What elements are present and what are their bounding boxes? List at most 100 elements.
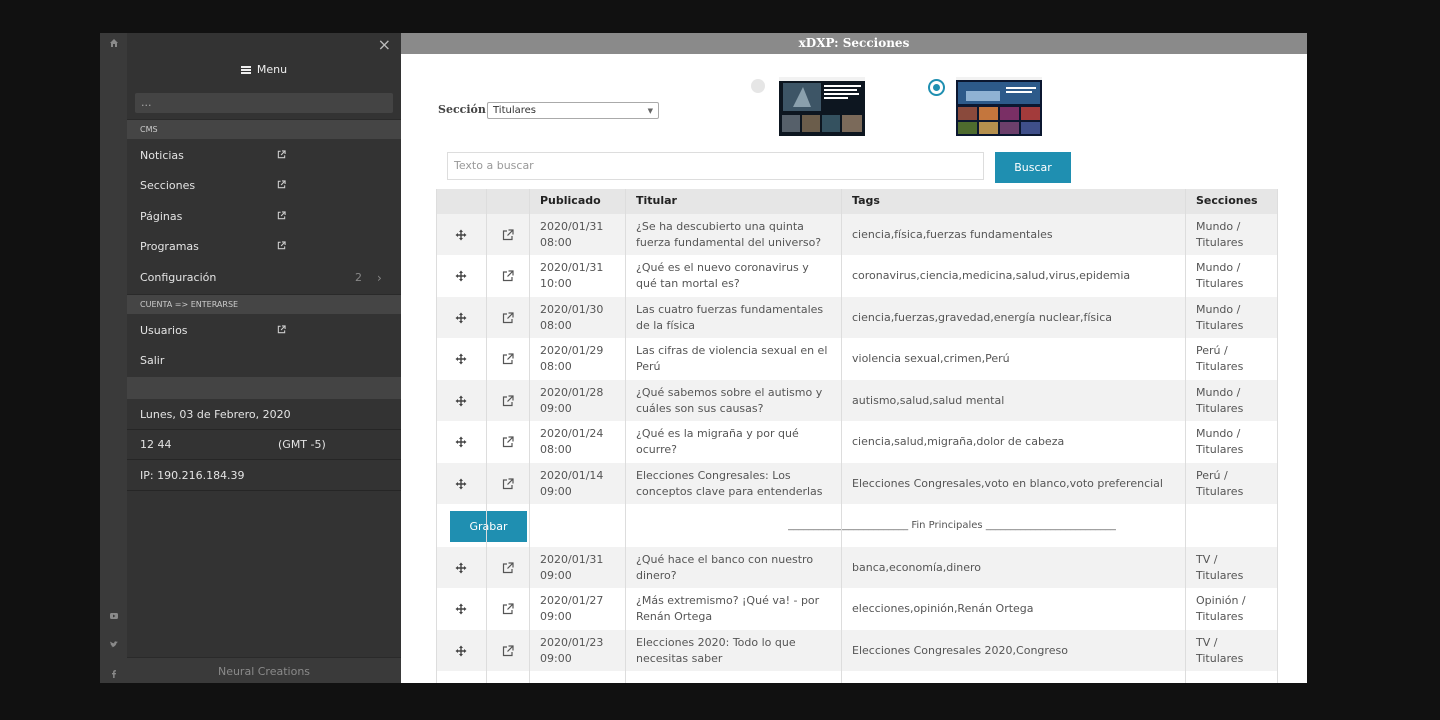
sidebar-item-label: Páginas [140,210,183,223]
table-row[interactable]: 2020/01/28 09:00 ¿Qué sabemos sobre el au… [436,380,1278,421]
open-link[interactable] [486,463,530,504]
menu-button[interactable]: Menu [127,63,401,76]
move-icon[interactable] [455,603,467,615]
sidebar-item-programas[interactable]: Programas [127,232,401,262]
sidebar-item-label: Usuarios [140,324,188,337]
time-value: 12 44 [140,438,172,451]
chevron-right-icon: › [377,271,382,285]
table-row[interactable]: 2020/01/23 09:00 Elecciones 2020: Todo lo… [436,630,1278,671]
grid-line [529,189,530,683]
open-link[interactable] [486,214,530,255]
table-row[interactable]: 2020/01/29 08:00 Las cifras de violencia … [436,338,1278,380]
sidebar-item-paginas[interactable]: Páginas [127,202,401,232]
facebook-icon[interactable] [100,666,127,682]
sidebar-item-label: Noticias [140,149,184,162]
move-icon[interactable] [455,436,467,448]
current-date: Lunes, 03 de Febrero, 2020 [127,400,401,430]
column-header-titular[interactable]: Titular [626,189,842,214]
layout-radio-1[interactable] [751,79,765,93]
external-link-icon[interactable] [277,150,286,159]
external-link-icon[interactable] [277,325,286,334]
move-icon[interactable] [455,645,467,657]
open-link[interactable] [486,630,530,671]
external-link-icon[interactable] [502,603,514,615]
open-link[interactable] [486,297,530,338]
drag-handle[interactable] [436,256,486,297]
external-link-icon[interactable] [277,180,286,189]
sidebar-search-input[interactable]: ... [135,93,393,113]
move-icon[interactable] [455,312,467,324]
open-link[interactable] [486,589,530,630]
sidebar-item-label: Configuración [140,271,217,284]
external-link-icon[interactable] [502,311,514,324]
sidebar-item-noticias[interactable]: Noticias [127,141,401,171]
youtube-icon[interactable] [100,608,127,624]
cell-secciones: Opinión / Titulares [1196,594,1246,623]
move-icon[interactable] [455,395,467,407]
drag-handle[interactable] [436,547,486,588]
column-header-publicado[interactable]: Publicado [530,189,626,214]
table-row[interactable]: 2020/01/30 08:00 Las cuatro fuerzas funda… [436,297,1278,338]
open-link[interactable] [486,380,530,421]
external-link-icon[interactable] [502,228,514,241]
grid-line [841,189,842,683]
move-icon[interactable] [455,478,467,490]
home-icon[interactable] [100,35,127,51]
drag-handle[interactable] [436,589,486,630]
layout-thumbnail-1[interactable] [779,77,865,136]
save-button[interactable]: Grabar [450,511,527,542]
move-icon[interactable] [455,353,467,365]
drag-handle[interactable] [436,380,486,421]
layout-radio-2[interactable] [928,79,945,96]
external-link-icon[interactable] [502,436,514,448]
grid-line [1185,189,1186,683]
drag-handle[interactable] [436,214,486,255]
move-icon[interactable] [455,562,467,574]
external-link-icon[interactable] [502,477,514,490]
close-icon[interactable]: × [378,35,391,54]
open-link[interactable] [486,256,530,297]
cell-titular: ¿Más extremismo? ¡Qué va! - por Renán Or… [636,594,820,623]
sidebar-item-configuracion[interactable]: Configuración 2 › [127,263,401,293]
open-link[interactable] [486,547,530,588]
sidebar-item-usuarios[interactable]: Usuarios [127,316,401,346]
drag-handle[interactable] [436,339,486,380]
section-select[interactable]: Titulares ▼ [487,102,659,119]
table-row[interactable]: 2020/01/31 09:00 ¿Qué hace el banco con n… [436,547,1278,588]
table-row[interactable]: 2020/01/27 09:00 ¿Más extremismo? ¡Qué va… [436,588,1278,630]
move-icon[interactable] [455,229,467,241]
layout-thumbnail-2[interactable] [956,77,1042,136]
sidebar-item-salir[interactable]: Salir [127,346,401,376]
table-row[interactable]: 2020/01/14 09:00 Elecciones Congresales: … [436,463,1278,504]
move-icon[interactable] [455,270,467,282]
search-button[interactable]: Buscar [995,152,1071,183]
external-link-icon[interactable] [502,644,514,657]
section-label: Sección [438,103,486,116]
sidebar-item-secciones[interactable]: Secciones [127,171,401,201]
search-input[interactable]: Texto a buscar [447,152,984,180]
column-header-secciones[interactable]: Secciones [1186,189,1278,214]
cell-secciones: Mundo / Titulares [1196,302,1244,332]
external-link-icon[interactable] [502,394,514,407]
open-link[interactable] [486,422,530,463]
drag-handle[interactable] [436,297,486,338]
drag-handle[interactable] [436,630,486,671]
ip-address: IP: 190.216.184.39 [127,461,401,491]
external-link-icon[interactable] [277,241,286,250]
external-link-icon[interactable] [502,270,514,282]
table-row[interactable]: 2020/01/31 08:00 ¿Se ha descubierto una q… [436,214,1278,255]
column-header-tags[interactable]: Tags [842,189,1186,214]
external-link-icon[interactable] [502,353,514,365]
drag-handle[interactable] [436,422,486,463]
drag-handle[interactable] [436,463,486,504]
open-link[interactable] [486,339,530,380]
external-link-icon[interactable] [502,561,514,574]
table-row[interactable]: 2020/01/31 10:00 ¿Qué es el nuevo coronav… [436,255,1278,297]
page-title: xDXP: Secciones [401,33,1307,54]
external-link-icon[interactable] [277,211,286,220]
table-row[interactable]: 2020/01/24 08:00 ¿Qué es la migraña y por… [436,421,1278,463]
twitter-icon[interactable] [100,637,127,653]
footer-credit: Neural Creations [127,657,401,683]
icon-rail [100,33,127,683]
cell-publicado: 2020/01/14 09:00 [540,468,604,498]
